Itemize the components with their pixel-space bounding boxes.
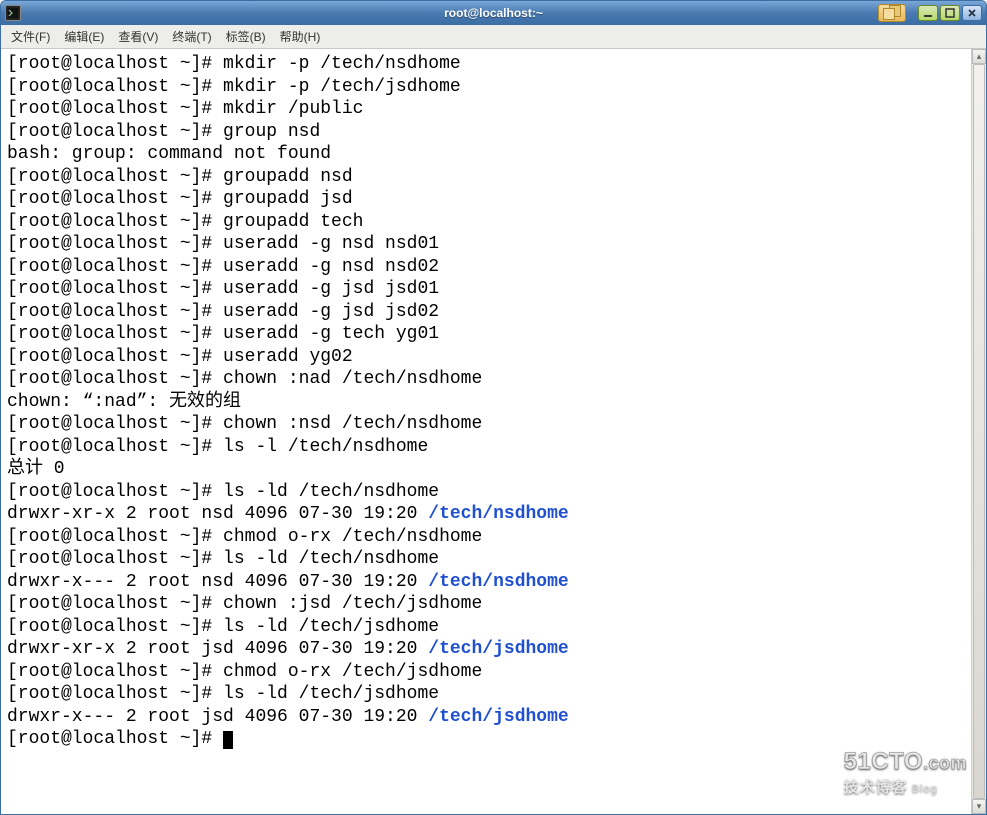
- close-icon: [967, 8, 977, 18]
- maximize-icon: [945, 8, 955, 18]
- scroll-up-button[interactable]: ▴: [972, 49, 986, 64]
- menu-terminal[interactable]: 终端(T): [166, 26, 217, 47]
- window-title: root@localhost:~: [444, 6, 543, 20]
- windows-overview-icon[interactable]: [878, 4, 906, 22]
- terminal-window: root@localhost:~ 文件(F) 编辑(E) 查看(V) 终端(T)…: [0, 0, 987, 815]
- scroll-thumb[interactable]: [973, 64, 985, 799]
- menu-file[interactable]: 文件(F): [5, 26, 56, 47]
- scroll-down-button[interactable]: ▾: [972, 799, 986, 814]
- terminal-body: [root@localhost ~]# mkdir -p /tech/nsdho…: [1, 49, 986, 814]
- terminal-app-icon: [5, 5, 21, 21]
- terminal-output[interactable]: [root@localhost ~]# mkdir -p /tech/nsdho…: [1, 49, 971, 814]
- chevron-down-icon: ▾: [977, 801, 982, 812]
- minimize-button[interactable]: [918, 5, 938, 21]
- scrollbar[interactable]: ▴ ▾: [971, 49, 986, 814]
- titlebar[interactable]: root@localhost:~: [1, 1, 986, 25]
- menubar: 文件(F) 编辑(E) 查看(V) 终端(T) 标签(B) 帮助(H): [1, 25, 986, 49]
- maximize-button[interactable]: [940, 5, 960, 21]
- menu-help[interactable]: 帮助(H): [274, 26, 327, 47]
- menu-edit[interactable]: 编辑(E): [58, 26, 110, 47]
- close-button[interactable]: [962, 5, 982, 21]
- scroll-track[interactable]: [972, 64, 986, 799]
- minimize-icon: [923, 8, 933, 18]
- menu-tabs[interactable]: 标签(B): [220, 26, 272, 47]
- text-cursor: [223, 731, 233, 749]
- chevron-up-icon: ▴: [977, 51, 982, 62]
- menu-view[interactable]: 查看(V): [112, 26, 164, 47]
